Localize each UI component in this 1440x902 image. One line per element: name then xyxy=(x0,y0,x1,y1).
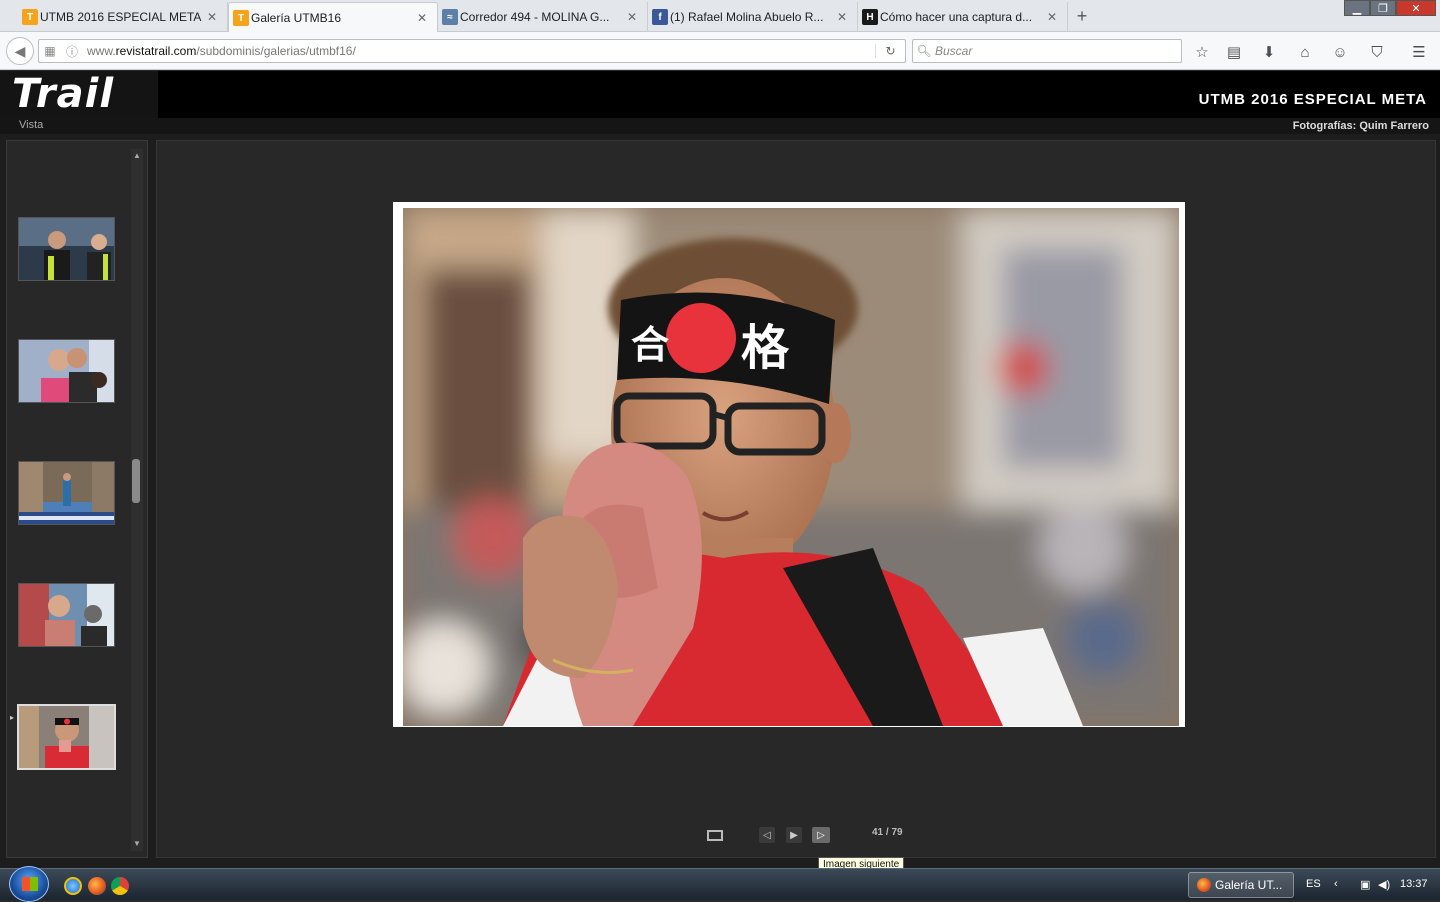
main-photo[interactable]: 合 格 xyxy=(403,208,1179,726)
thumb-family-kiss xyxy=(19,340,114,402)
photo-stage: 合 格 xyxy=(156,140,1436,858)
thumb-headband-runner xyxy=(19,706,114,768)
minimize-button[interactable]: ▁ xyxy=(1344,0,1370,16)
selected-indicator-icon: ▸ xyxy=(10,713,15,722)
web-favicon-icon: ≈ xyxy=(442,9,458,25)
close-window-button[interactable]: ✕ xyxy=(1396,0,1436,16)
runner-photo-image: 合 格 xyxy=(403,208,1179,726)
menu-icon[interactable]: ☰ xyxy=(1409,42,1429,62)
tab-label: Corredor 494 - MOLINA G... xyxy=(460,10,610,24)
photo-credits: Fotografías: Quim Farrero xyxy=(1292,120,1429,132)
firefox-icon[interactable] xyxy=(88,877,106,895)
site-header: Trail UTMB 2016 ESPECIAL META xyxy=(0,71,1440,118)
tab-facebook-rafael[interactable]: f (1) Rafael Molina Abuelo R... ✕ xyxy=(648,2,858,32)
play-slideshow-button[interactable]: ▶ xyxy=(786,827,802,843)
browser-tab-bar: T UTMB 2016 ESPECIAL META ✕ T Galería UT… xyxy=(0,0,1440,32)
gallery-subbar: Vista Fotografías: Quim Farrero xyxy=(0,118,1440,134)
tab-close-icon[interactable]: ✕ xyxy=(835,10,849,24)
scroll-down-arrow-icon[interactable]: ▼ xyxy=(131,837,143,851)
tab-corredor-494[interactable]: ≈ Corredor 494 - MOLINA G... ✕ xyxy=(438,2,648,32)
download-icon[interactable]: ⬇ xyxy=(1259,42,1279,62)
headband-kanji-right: 格 xyxy=(741,320,790,376)
gallery-title: UTMB 2016 ESPECIAL META xyxy=(1198,91,1427,108)
firefox-icon xyxy=(1197,878,1211,892)
start-button[interactable] xyxy=(9,866,49,902)
tab-close-icon[interactable]: ✕ xyxy=(1045,10,1059,24)
thumbnail-strip: ▸ ▲ ▼ xyxy=(6,140,148,858)
thumbnail[interactable] xyxy=(18,339,115,403)
gallery-area: ▸ ▲ ▼ 合 格 ◁ ▶ ▷ xyxy=(0,134,1440,868)
thumbnail[interactable] xyxy=(18,583,115,647)
tab-label: (1) Rafael Molina Abuelo R... xyxy=(670,10,824,24)
trail-favicon-icon: T xyxy=(233,10,249,26)
thumb-two-runners xyxy=(19,218,114,280)
tab-label: Cómo hacer una captura d... xyxy=(880,10,1033,24)
address-bar[interactable]: ▦ ⓘ www.revistatrail.com/subdominis/gale… xyxy=(38,39,906,63)
fullscreen-button[interactable] xyxy=(705,827,725,843)
search-box[interactable]: 🔍︎ Buscar xyxy=(912,39,1182,63)
page-icon: ▦ xyxy=(44,44,56,58)
next-icon: ▷ xyxy=(817,829,825,841)
windows-taskbar: Galería UT... ES ‹ ▣ ◀) 13:37 xyxy=(0,866,1440,902)
tab-close-icon[interactable]: ✕ xyxy=(625,10,639,24)
trail-logo[interactable]: Trail xyxy=(0,71,158,118)
chrome-icon[interactable] xyxy=(111,877,129,895)
search-icon: 🔍︎ xyxy=(916,44,932,58)
previous-icon: ◁ xyxy=(763,829,771,841)
trail-favicon-icon: T xyxy=(22,9,38,25)
restore-button[interactable]: ❐ xyxy=(1370,0,1396,16)
tab-close-icon[interactable]: ✕ xyxy=(415,11,429,25)
image-counter: 41 / 79 xyxy=(872,827,903,838)
thumbnail[interactable] xyxy=(18,461,115,525)
new-tab-button[interactable]: + xyxy=(1072,6,1092,27)
bookmark-star-icon[interactable]: ☆ xyxy=(1192,42,1212,62)
url-domain: revistatrail.com xyxy=(115,44,197,58)
clock[interactable]: 13:37 xyxy=(1400,878,1428,890)
network-icon[interactable]: ▣ xyxy=(1360,878,1370,891)
facebook-favicon-icon: f xyxy=(652,9,668,25)
thumb-woman-hug xyxy=(19,584,114,646)
tab-label: Galería UTMB16 xyxy=(251,10,342,25)
taskbar-firefox-window[interactable]: Galería UT... xyxy=(1188,872,1294,898)
previous-image-button[interactable]: ◁ xyxy=(759,827,775,843)
thumb-scrollbar-handle[interactable] xyxy=(132,459,140,503)
h-favicon-icon: H xyxy=(862,9,878,25)
tab-como-hacer-captura[interactable]: H Cómo hacer una captura d... ✕ xyxy=(858,2,1068,32)
tab-close-icon[interactable]: ✕ xyxy=(205,10,219,24)
tab-label: UTMB 2016 ESPECIAL META xyxy=(40,10,202,24)
back-button[interactable]: ◀ xyxy=(6,37,34,65)
tab-utmb-especial-meta[interactable]: T UTMB 2016 ESPECIAL META ✕ xyxy=(18,2,228,32)
search-placeholder: Buscar xyxy=(935,44,973,58)
headband-kanji-left: 合 xyxy=(631,323,669,367)
url-text[interactable]: www.revistatrail.com/subdominis/galerias… xyxy=(83,44,875,58)
info-icon[interactable]: ⓘ xyxy=(61,43,83,60)
url-prefix: www. xyxy=(87,44,116,58)
volume-icon[interactable]: ◀) xyxy=(1378,878,1390,891)
tab-galeria-utmb16[interactable]: T Galería UTMB16 ✕ xyxy=(228,2,438,32)
internet-explorer-icon[interactable] xyxy=(64,877,82,895)
next-image-button[interactable]: ▷ xyxy=(812,827,830,843)
thumbnail[interactable] xyxy=(18,217,115,281)
monitor-icon xyxy=(707,829,723,841)
browser-nav-bar: ◀ ▦ ⓘ www.revistatrail.com/subdominis/ga… xyxy=(0,32,1440,70)
language-indicator[interactable]: ES xyxy=(1306,878,1321,890)
scroll-up-arrow-icon[interactable]: ▲ xyxy=(131,149,143,163)
home-icon[interactable]: ⌂ xyxy=(1295,42,1315,62)
bookmarks-list-icon[interactable]: ▤ xyxy=(1224,42,1244,62)
thumbnail-selected[interactable] xyxy=(17,704,116,770)
thumb-finish-line xyxy=(19,462,114,524)
main-photo-frame: 合 格 xyxy=(393,202,1185,727)
chat-icon[interactable]: ☺ xyxy=(1330,42,1350,62)
pocket-icon[interactable]: ⛉ xyxy=(1367,42,1387,62)
taskbar-task-label: Galería UT... xyxy=(1215,878,1283,892)
play-icon: ▶ xyxy=(790,829,798,841)
url-path: /subdominis/galerias/utmbf16/ xyxy=(196,44,356,58)
view-menu[interactable]: Vista xyxy=(19,119,43,131)
windows-logo-icon xyxy=(22,877,38,891)
reload-icon[interactable]: ↻ xyxy=(875,44,905,58)
back-arrow-icon: ◀ xyxy=(14,42,26,59)
tray-expand-icon[interactable]: ‹ xyxy=(1334,878,1338,890)
